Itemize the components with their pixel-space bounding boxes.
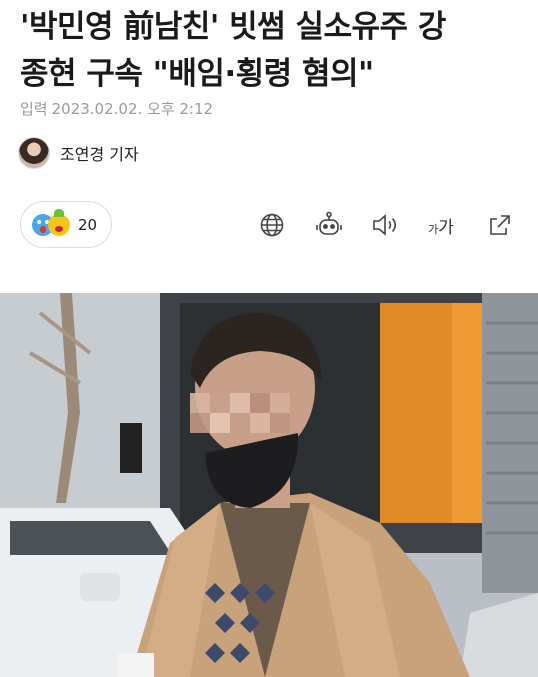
robot-summary-icon[interactable]: [314, 211, 344, 239]
reporter-byline[interactable]: 조연경 기자: [18, 136, 139, 170]
reaction-button[interactable]: 20: [20, 201, 112, 248]
globe-icon[interactable]: [258, 211, 286, 239]
date-value: 2023.02.02. 오후 2:12: [51, 100, 214, 118]
article-headline: '박민영 前남친' 빗썸 실소유주 강 종현 구속 "배임·횡령 혐의": [20, 4, 530, 98]
font-size-large-glyph: 가: [438, 217, 454, 238]
publish-date: 입력 2023.02.02. 오후 2:12: [20, 98, 217, 119]
date-label: 입력: [20, 100, 48, 118]
share-icon[interactable]: [486, 211, 514, 239]
reaction-count: 20: [78, 215, 98, 234]
font-size-small-glyph: 가: [428, 222, 439, 236]
speaker-icon[interactable]: [371, 211, 399, 239]
reporter-name[interactable]: 조연경 기자: [60, 141, 139, 165]
headline-line-1: '박민영 前남친' 빗썸 실소유주 강: [20, 9, 446, 45]
font-size-icon[interactable]: 가가: [424, 211, 458, 239]
headline-line-2: 종현 구속 "배임·횡령 혐의": [20, 56, 374, 92]
angry-emoji-icon: [48, 208, 70, 236]
news-photo: [0, 293, 538, 677]
reporter-avatar[interactable]: [18, 137, 50, 169]
